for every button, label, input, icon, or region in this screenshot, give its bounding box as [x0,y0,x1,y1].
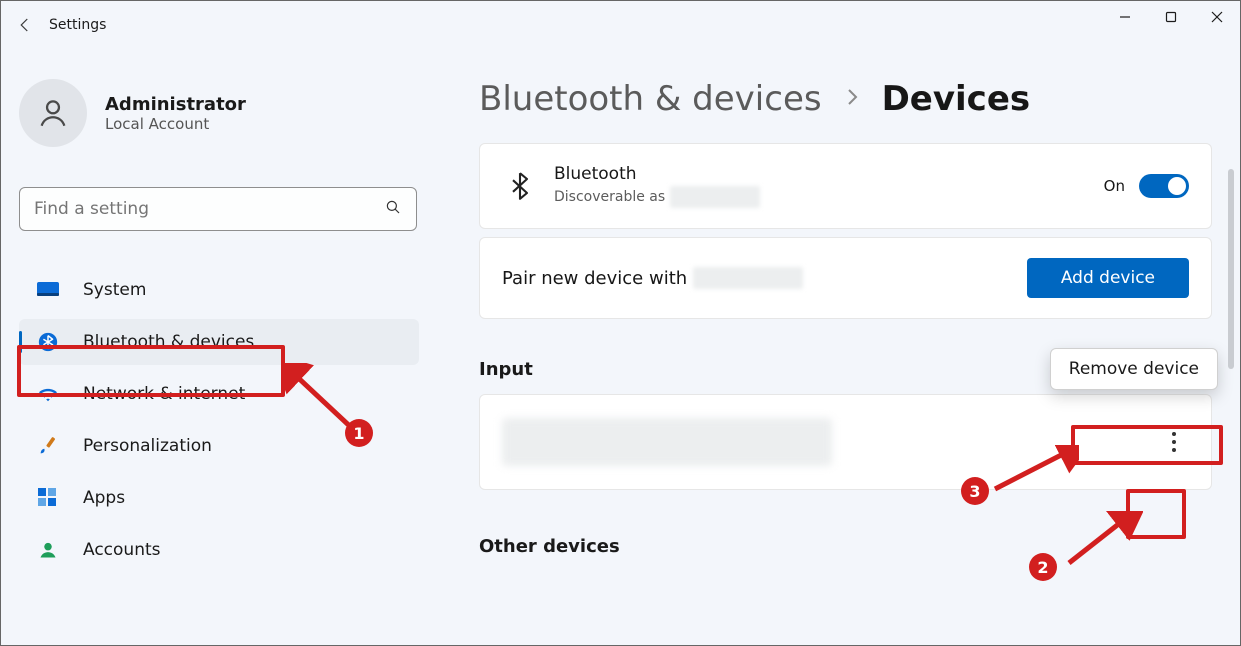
sidebar-item-bluetooth-devices[interactable]: Bluetooth & devices [19,319,419,365]
arrow-left-icon [16,16,34,34]
remove-device-menu-item[interactable]: Remove device [1053,351,1215,387]
back-button[interactable] [1,1,49,49]
bluetooth-toggle-card: Bluetooth Discoverable as On [479,143,1212,229]
device-more-button[interactable] [1159,424,1189,460]
add-device-button[interactable]: Add device [1027,258,1189,298]
bluetooth-icon [502,172,538,200]
pair-text: Pair new device with [502,268,687,289]
redacted-device-name [693,267,803,289]
sidebar-item-label: System [83,280,146,300]
search-box[interactable] [19,187,417,231]
avatar [19,79,87,147]
sidebar-item-label: Personalization [83,436,212,456]
more-icon [1172,432,1176,452]
context-menu: Remove device [1050,348,1218,390]
sidebar-item-accounts[interactable]: Accounts [19,527,419,573]
sidebar-item-label: Bluetooth & devices [83,332,254,352]
scrollbar-thumb[interactable] [1228,169,1234,369]
chevron-right-icon [846,88,858,111]
display-icon [37,279,59,301]
search-input[interactable] [34,199,384,219]
bluetooth-toggle[interactable] [1139,174,1189,198]
sidebar-item-personalization[interactable]: Personalization [19,423,419,469]
titlebar: Settings [1,1,1240,49]
sidebar-item-label: Accounts [83,540,161,560]
minimize-icon [1119,11,1131,23]
sidebar-item-label: Network & internet [83,384,245,404]
breadcrumb-parent[interactable]: Bluetooth & devices [479,79,822,119]
input-device-card[interactable] [479,394,1212,490]
apps-icon [37,487,59,509]
person-icon [36,96,70,130]
search-icon [384,198,402,220]
sidebar-item-label: Apps [83,488,125,508]
maximize-icon [1165,11,1177,23]
minimize-button[interactable] [1102,1,1148,33]
sidebar-item-system[interactable]: System [19,267,419,313]
close-button[interactable] [1194,1,1240,33]
wifi-icon [37,383,59,405]
account-icon [37,539,59,561]
brush-icon [37,435,59,457]
section-heading-other: Other devices [479,536,1212,557]
account-name: Administrator [105,94,246,115]
bluetooth-icon [37,331,59,353]
close-icon [1211,11,1223,23]
breadcrumb: Bluetooth & devices Devices [479,79,1212,119]
redacted-device-entry [502,418,832,466]
account-block[interactable]: Administrator Local Account [19,79,419,147]
bluetooth-title: Bluetooth [554,164,760,184]
sidebar-item-apps[interactable]: Apps [19,475,419,521]
breadcrumb-current: Devices [882,79,1031,119]
pair-device-card: Pair new device with Add device [479,237,1212,319]
toggle-label: On [1104,177,1125,195]
redacted-device-name [670,186,760,208]
bluetooth-subtitle: Discoverable as [554,186,760,208]
maximize-button[interactable] [1148,1,1194,33]
sidebar-item-network[interactable]: Network & internet [19,371,419,417]
account-subtitle: Local Account [105,115,246,133]
app-title: Settings [49,17,106,33]
